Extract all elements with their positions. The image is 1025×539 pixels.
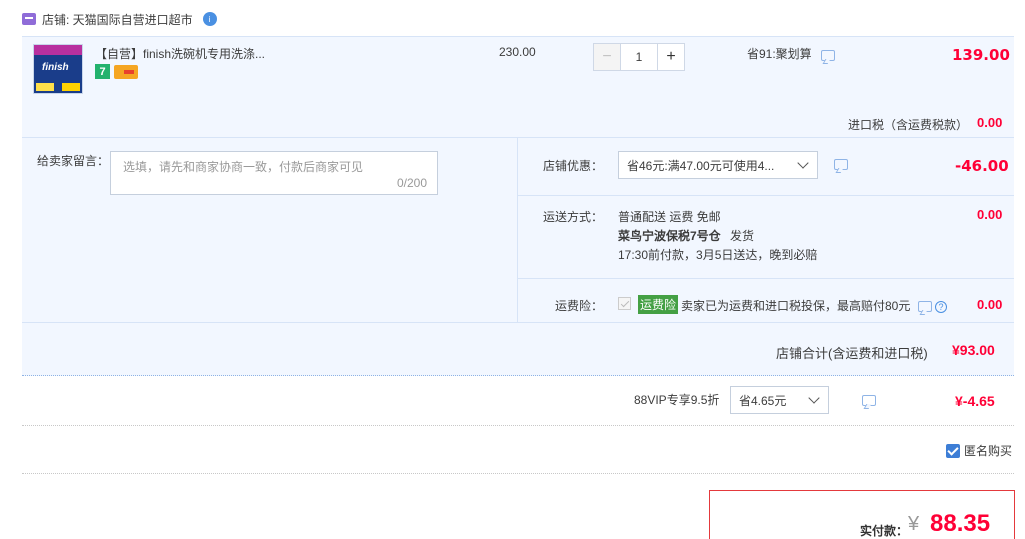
shop-discount-value: -46.00 [955,157,1009,175]
product-thumbnail-text: finish [42,62,69,73]
quantity-stepper: − 1 + [593,43,685,71]
payment-amount: 88.35 [930,510,991,537]
decrease-quantity-button[interactable]: − [593,43,621,71]
delivery-promise: 17:30前付款，3月5日送达，晚到必赔 [618,248,818,262]
import-tax-value: 0.00 [977,115,1003,130]
shipping-insurance-label: 运费险： [555,299,604,313]
shop-total-label: 店铺合计(含运费和进口税) [776,346,928,361]
shop-header: 店铺: 天猫国际自营进口超市 i [22,8,217,30]
character-count: 0/200 [396,176,427,190]
shipping-insurance-description: 卖家已为运费和进口税投保，最高赔付80元 [681,299,911,313]
help-icon[interactable]: ? [935,301,948,313]
promotion-label: 省91:聚划算 [747,47,812,61]
product-title[interactable]: 【自营】finish洗碗机专用洗涤... [95,45,265,62]
seller-message-placeholder: 选填，请先和商家协商一致，付款后商家可见 [123,160,364,174]
chat-icon[interactable] [862,395,877,406]
shop-name[interactable]: 店铺: 天猫国际自营进口超市 [42,11,193,28]
chevron-down-icon [797,157,809,169]
anonymous-purchase-checkbox[interactable] [946,443,960,458]
shipping-warehouse: 菜鸟宁波保税7号仓 发货 [618,227,754,244]
currency-symbol: ¥ [908,513,920,535]
seller-message-label: 给卖家留言： [37,154,110,168]
divider [22,473,1014,474]
shop-discount-selected: 省46元:满47.00元可使用4... [627,158,775,173]
shipping-insurance-value: 0.00 [977,297,1003,312]
shop-total-value: ¥93.00 [952,342,995,358]
anonymous-purchase[interactable]: 匿名购买 [946,442,1012,459]
product-thumbnail[interactable]: finish [33,44,83,94]
shop-discount-label: 店铺优惠： [543,159,604,173]
chat-icon[interactable] [821,50,836,61]
credit-card-icon [114,65,138,79]
quantity-input[interactable]: 1 [621,43,657,71]
seller-message-field[interactable]: 选填，请先和商家协商一致，付款后商家可见 0/200 [110,151,438,195]
vip-discount-selected: 省4.65元 [739,393,787,408]
import-tax-label: 进口税（含运费税款） [848,118,969,132]
warehouse-name: 菜鸟宁波保税7号仓 [618,229,721,243]
shipping-method-label: 运送方式： [543,210,604,224]
divider [22,322,1014,323]
anonymous-purchase-label[interactable]: 匿名购买 [964,442,1012,459]
shipping-method: 普通配送 运费 免邮 [618,210,721,224]
shop-icon [22,13,36,25]
chat-badge-icon[interactable]: i [202,12,217,26]
divider [22,425,1014,426]
promotion-text: 省91:聚划算 [747,45,836,62]
increase-quantity-button[interactable]: + [657,43,685,71]
vip-discount-select[interactable]: 省4.65元 [730,386,829,414]
seven-day-return-icon: 7 [95,64,110,79]
shipping-insurance-checkbox[interactable] [618,297,631,310]
product-subtotal: 139.00 [952,46,1010,64]
unit-price: 230.00 [499,45,536,59]
divider [22,375,1014,376]
payment-label: 实付款： [860,524,909,538]
divider [517,195,1014,196]
vip-discount-label: 88VIP专享9.5折 [634,393,720,407]
shipping-insurance-tag: 运费险 [638,295,679,314]
payment-summary: 实付款： ¥ 88.35 [709,490,1015,539]
shipping-insurance-text: 卖家已为运费和进口税投保，最高赔付80元 ? [681,297,948,314]
chat-icon[interactable] [834,159,848,170]
shop-discount-select[interactable]: 省46元:满47.00元可使用4... [618,151,818,179]
vip-discount-value: ¥-4.65 [955,393,995,409]
warehouse-suffix: 发货 [730,229,755,243]
divider [517,278,1014,279]
shipping-fee-value: 0.00 [977,207,1003,222]
chevron-down-icon [808,392,820,404]
chat-icon[interactable] [917,301,932,312]
